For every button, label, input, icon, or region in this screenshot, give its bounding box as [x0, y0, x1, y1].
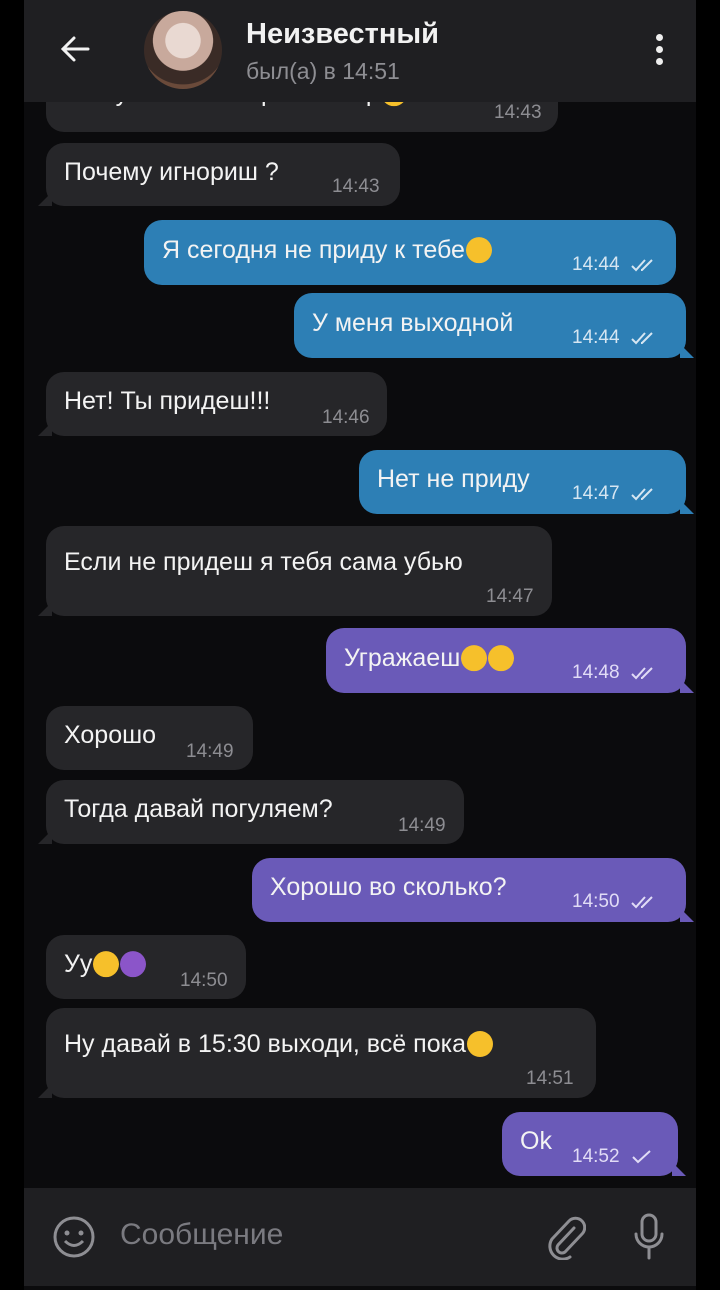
relieved-face-emoji-icon [465, 236, 492, 263]
double-check-icon [631, 488, 653, 501]
message-time: 14:50 [572, 891, 657, 913]
message-bubble[interactable]: Хорошо во сколько? 14:50 [252, 858, 694, 922]
double-check-icon [631, 896, 653, 909]
paperclip-icon[interactable] [544, 1214, 586, 1260]
single-check-icon [632, 1150, 651, 1164]
kiss-face-emoji-icon [467, 1031, 493, 1057]
message-time: 14:50 [180, 970, 228, 991]
double-check-icon [631, 667, 653, 680]
emoji-icon[interactable] [52, 1215, 96, 1259]
message-time: 14:47 [486, 586, 534, 607]
message-text: Хорошо во сколько? [270, 873, 507, 902]
double-check-icon [631, 332, 653, 345]
contact-name[interactable]: Неизвестный [246, 18, 439, 51]
message-time: 14:44 [572, 254, 657, 276]
message-bubble[interactable]: Хорошо 14:49 [46, 706, 253, 770]
message-time: 14:48 [572, 662, 657, 684]
message-text: Хорошо [64, 721, 157, 750]
message-bubble[interactable]: Я сегодня не приду к тебе 14:44 [144, 220, 676, 285]
message-time: 14:44 [572, 327, 657, 349]
message-bubble[interactable]: Нет! Ты придеш!!! 14:46 [38, 372, 387, 436]
avatar[interactable] [144, 11, 222, 89]
message-text: Нет не приду [377, 465, 530, 494]
message-text: Нет! Ты придеш!!! [64, 387, 271, 416]
message-bubble[interactable]: Ok 14:52 [502, 1112, 686, 1176]
message-text: Уу [64, 950, 147, 979]
back-arrow-icon[interactable] [58, 32, 92, 66]
message-bubble[interactable]: У меня выходной 14:44 [294, 293, 694, 358]
message-bubble[interactable]: Тогда давай погуляем? 14:49 [38, 780, 464, 844]
smile-face-emoji-icon [93, 951, 120, 978]
message-text: Тогда давай погуляем? [64, 795, 333, 824]
message-time: 14:52 [572, 1146, 653, 1168]
chat-header: Неизвестный был(а) в 14:51 [24, 0, 696, 102]
message-time: 14:51 [526, 1068, 574, 1089]
chat-screen: Аа ну ты же мой репетитор 14:43 Почему и… [24, 0, 696, 1290]
message-time: 14:49 [186, 741, 234, 762]
message-text: Ну давай в 15:30 выходи, всё пока [64, 1030, 493, 1059]
message-bubble[interactable]: Уу 14:50 [46, 935, 246, 999]
message-time: 14:46 [322, 407, 370, 428]
message-bubble[interactable]: Если не придеш я тебя сама убью 14:47 [38, 526, 552, 616]
message-bubble[interactable]: Угражаеш 14:48 [326, 628, 694, 693]
last-seen-status: был(а) в 14:51 [246, 58, 400, 84]
message-text: Если не придеш я тебя сама убью [64, 548, 463, 576]
message-time: 14:43 [494, 102, 542, 123]
more-vertical-icon[interactable] [656, 34, 664, 66]
message-input[interactable]: Сообщение [120, 1218, 283, 1252]
microphone-icon[interactable] [632, 1212, 666, 1262]
message-text: У меня выходной [312, 308, 514, 337]
double-check-icon [631, 259, 653, 272]
message-text: Угражаеш [344, 644, 515, 673]
message-bubble[interactable]: Почему игнориш ? 14:43 [38, 143, 400, 206]
smiling-devil-emoji-icon [120, 951, 147, 978]
message-text: Ok [520, 1127, 552, 1156]
laughing-face-emoji-icon [488, 644, 515, 671]
message-bubble[interactable]: Нет не приду 14:47 [359, 450, 694, 514]
message-time: 14:49 [398, 815, 446, 836]
smirk-face-emoji-icon [461, 644, 488, 671]
message-time: 14:47 [572, 483, 657, 505]
message-time: 14:43 [332, 176, 380, 197]
message-input-bar: Сообщение [24, 1188, 696, 1286]
message-text: Почему игнориш ? [64, 157, 279, 186]
message-bubble[interactable]: Ну давай в 15:30 выходи, всё пока 14:51 [38, 1008, 596, 1098]
message-text: Я сегодня не приду к тебе [162, 236, 492, 265]
